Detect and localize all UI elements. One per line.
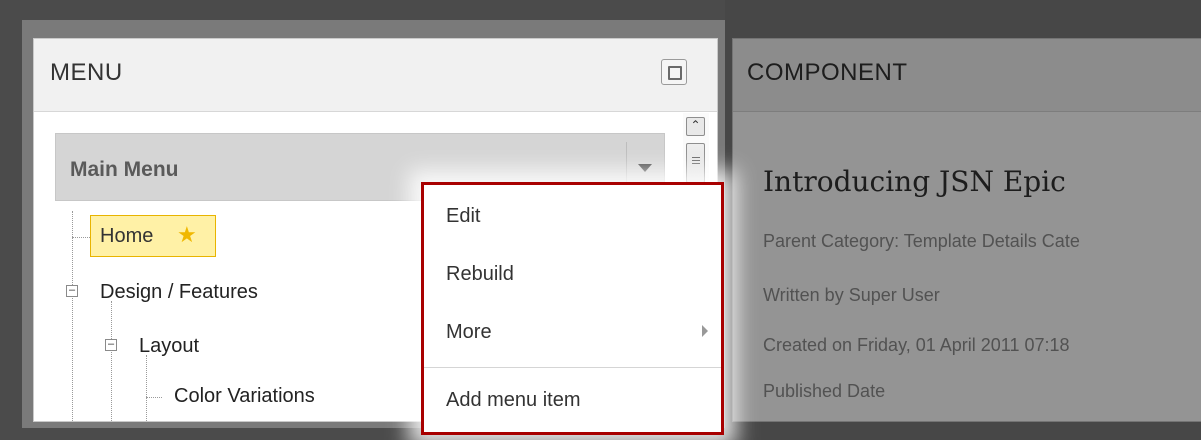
- chevron-down-icon[interactable]: [638, 164, 652, 172]
- tree-connector: [146, 397, 162, 398]
- scroll-up-button[interactable]: ⌃: [686, 117, 705, 136]
- menu-item-more[interactable]: More: [446, 321, 492, 344]
- tree-item-layout[interactable]: Layout: [139, 335, 199, 358]
- tree-item-label: Home: [100, 225, 154, 247]
- dim-overlay: [725, 0, 1201, 440]
- tree-line: [146, 355, 147, 421]
- tree-line: [72, 211, 73, 421]
- scroll-thumb[interactable]: [686, 143, 705, 183]
- maximize-button[interactable]: [661, 59, 687, 85]
- tree-item-design-features[interactable]: Design / Features: [100, 281, 258, 304]
- context-menu: Edit Rebuild More Add menu item: [421, 182, 724, 435]
- collapse-toggle-icon[interactable]: –: [105, 339, 117, 351]
- dim-overlay: [0, 20, 22, 428]
- star-icon: ★: [177, 222, 197, 247]
- dim-overlay: [0, 0, 725, 20]
- submenu-arrow-icon: [702, 325, 708, 337]
- menu-panel-title: MENU: [50, 59, 123, 86]
- menu-panel-header: MENU: [34, 39, 717, 112]
- tree-line: [111, 301, 112, 421]
- menu-item-add-menu-item[interactable]: Add menu item: [446, 389, 581, 412]
- menu-item-rebuild[interactable]: Rebuild: [446, 263, 514, 286]
- menu-select-value: Main Menu: [70, 158, 179, 181]
- menu-item-edit[interactable]: Edit: [446, 205, 480, 228]
- menu-separator: [424, 367, 721, 368]
- tree-connector: [72, 237, 90, 238]
- tree-item-home[interactable]: Home ★: [90, 215, 216, 257]
- screenshot-frame: MENU Main Menu ⌃ Home ★ – Design / Featu…: [0, 0, 1201, 440]
- collapse-toggle-icon[interactable]: –: [66, 285, 78, 297]
- tree-item-color-variations[interactable]: Color Variations: [174, 385, 315, 408]
